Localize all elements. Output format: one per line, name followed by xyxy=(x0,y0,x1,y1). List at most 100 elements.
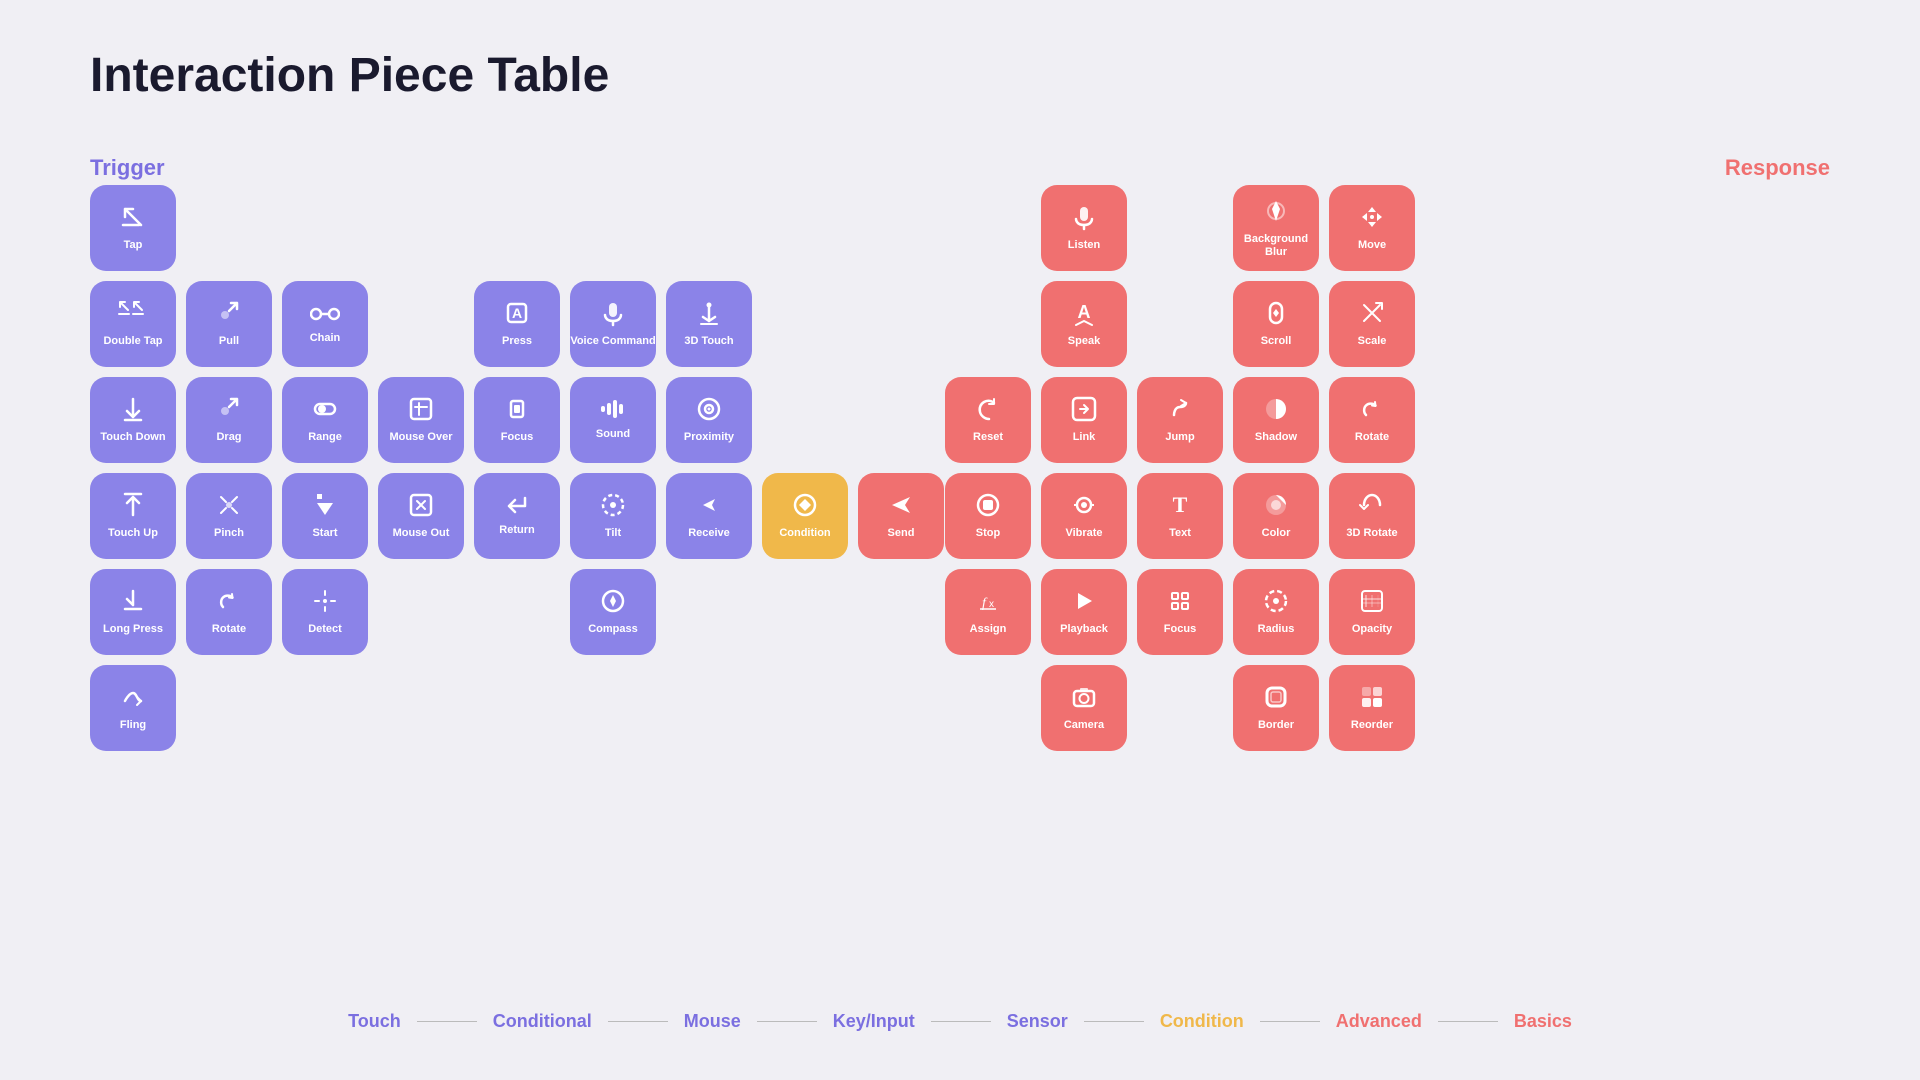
compass-label: Compass xyxy=(588,623,638,636)
drag-label: Drag xyxy=(216,431,241,444)
piece-radius[interactable]: Radius xyxy=(1233,569,1319,655)
piece-reorder[interactable]: Reorder xyxy=(1329,665,1415,751)
condition-icon xyxy=(791,491,819,523)
piece-receive[interactable]: Receive xyxy=(666,473,752,559)
rot-icon xyxy=(1358,395,1386,427)
focus-label: Focus xyxy=(501,431,533,444)
piece-mouse-over[interactable]: Mouse Over xyxy=(378,377,464,463)
bottom-labels: TouchConditionalMouseKey/InputSensorCond… xyxy=(0,1011,1920,1032)
piece-pull[interactable]: Pull xyxy=(186,281,272,367)
piece-voice-command[interactable]: Voice Command xyxy=(570,281,656,367)
vibrate-label: Vibrate xyxy=(1065,527,1102,540)
reset-icon xyxy=(974,395,1002,427)
text-icon: T xyxy=(1166,491,1194,523)
drag-icon xyxy=(215,395,243,427)
return-icon xyxy=(503,494,531,520)
send-icon xyxy=(887,491,915,523)
piece-condition[interactable]: Condition xyxy=(762,473,848,559)
fling-label: Fling xyxy=(120,719,146,732)
piece-proximity[interactable]: Proximity xyxy=(666,377,752,463)
piece-press[interactable]: APress xyxy=(474,281,560,367)
double-tap-label: Double Tap xyxy=(103,335,162,348)
sound-label: Sound xyxy=(596,428,630,441)
piece-rotate[interactable]: Rotate xyxy=(186,569,272,655)
touch-down-icon xyxy=(119,395,147,427)
piece-range[interactable]: Range xyxy=(282,377,368,463)
piece-return[interactable]: Return xyxy=(474,473,560,559)
piece-vibrate[interactable]: Vibrate xyxy=(1041,473,1127,559)
long-press-label: Long Press xyxy=(103,623,163,636)
touch-down-label: Touch Down xyxy=(100,431,165,444)
piece-mouse-out[interactable]: Mouse Out xyxy=(378,473,464,559)
3d-touch-label: 3D Touch xyxy=(684,335,733,348)
piece-playback[interactable]: Playback xyxy=(1041,569,1127,655)
piece-detect[interactable]: Detect xyxy=(282,569,368,655)
piece-touch-down[interactable]: Touch Down xyxy=(90,377,176,463)
piece-assign[interactable]: fxAssign xyxy=(945,569,1031,655)
piece-send[interactable]: Send xyxy=(858,473,944,559)
return-label: Return xyxy=(499,524,534,537)
piece-long-press[interactable]: Long Press xyxy=(90,569,176,655)
piece-touch-up[interactable]: Touch Up xyxy=(90,473,176,559)
listen-icon xyxy=(1070,203,1098,235)
reorder-icon xyxy=(1358,683,1386,715)
piece-3d-rotate[interactable]: 3D Rotate xyxy=(1329,473,1415,559)
piece-fling[interactable]: Fling xyxy=(90,665,176,751)
piece-reset[interactable]: Reset xyxy=(945,377,1031,463)
piece-double-tap[interactable]: Double Tap xyxy=(90,281,176,367)
piece-focus[interactable]: Focus xyxy=(474,377,560,463)
color-icon xyxy=(1262,491,1290,523)
piece-speak[interactable]: ASpeak xyxy=(1041,281,1127,367)
mouse-over-icon xyxy=(407,395,435,427)
piece-jump[interactable]: Jump xyxy=(1137,377,1223,463)
opacity-label: Opacity xyxy=(1352,623,1392,636)
label-response: Response xyxy=(1725,155,1830,181)
piece-start[interactable]: Start xyxy=(282,473,368,559)
piece-chain[interactable]: Chain xyxy=(282,281,368,367)
piece-scroll[interactable]: Scroll xyxy=(1233,281,1319,367)
piece-compass[interactable]: Compass xyxy=(570,569,656,655)
piece-tap[interactable]: Tap xyxy=(90,185,176,271)
speak-label: Speak xyxy=(1068,335,1100,348)
piece-border[interactable]: Border xyxy=(1233,665,1319,751)
vibrate-icon xyxy=(1070,491,1098,523)
border-label: Border xyxy=(1258,719,1294,732)
piece-3d-touch[interactable]: 3D Touch xyxy=(666,281,752,367)
divider xyxy=(931,1021,991,1022)
piece-camera[interactable]: Camera xyxy=(1041,665,1127,751)
focus-r-icon xyxy=(1166,587,1194,619)
piece-listen[interactable]: Listen xyxy=(1041,185,1127,271)
opacity-icon xyxy=(1358,587,1386,619)
pinch-label: Pinch xyxy=(214,527,244,540)
piece-stop[interactable]: Stop xyxy=(945,473,1031,559)
piece-focus-r[interactable]: Focus xyxy=(1137,569,1223,655)
reorder-label: Reorder xyxy=(1351,719,1393,732)
divider xyxy=(608,1021,668,1022)
text-label: Text xyxy=(1169,527,1191,540)
3d-rotate-label: 3D Rotate xyxy=(1346,527,1397,540)
piece-text[interactable]: T Text xyxy=(1137,473,1223,559)
piece-link[interactable]: Link xyxy=(1041,377,1127,463)
piece-drag[interactable]: Drag xyxy=(186,377,272,463)
piece-tilt[interactable]: Tilt xyxy=(570,473,656,559)
piece-pinch[interactable]: Pinch xyxy=(186,473,272,559)
press-label: Press xyxy=(502,335,532,348)
piece-background-blur[interactable]: Background Blur xyxy=(1233,185,1319,271)
pinch-icon xyxy=(215,491,243,523)
rot-label: Rotate xyxy=(1355,431,1389,444)
bottom-label-touch: Touch xyxy=(336,1011,413,1032)
rotate-icon xyxy=(215,587,243,619)
piece-sound[interactable]: Sound xyxy=(570,377,656,463)
bottom-label-sensor: Sensor xyxy=(995,1011,1080,1032)
piece-scale[interactable]: Scale xyxy=(1329,281,1415,367)
range-icon xyxy=(311,395,339,427)
piece-shadow[interactable]: Shadow xyxy=(1233,377,1319,463)
border-icon xyxy=(1262,683,1290,715)
stop-icon xyxy=(974,491,1002,523)
piece-move[interactable]: Move xyxy=(1329,185,1415,271)
piece-color[interactable]: Color xyxy=(1233,473,1319,559)
piece-rot[interactable]: Rotate xyxy=(1329,377,1415,463)
piece-opacity[interactable]: Opacity xyxy=(1329,569,1415,655)
shadow-icon xyxy=(1262,395,1290,427)
voice-command-icon xyxy=(599,299,627,331)
